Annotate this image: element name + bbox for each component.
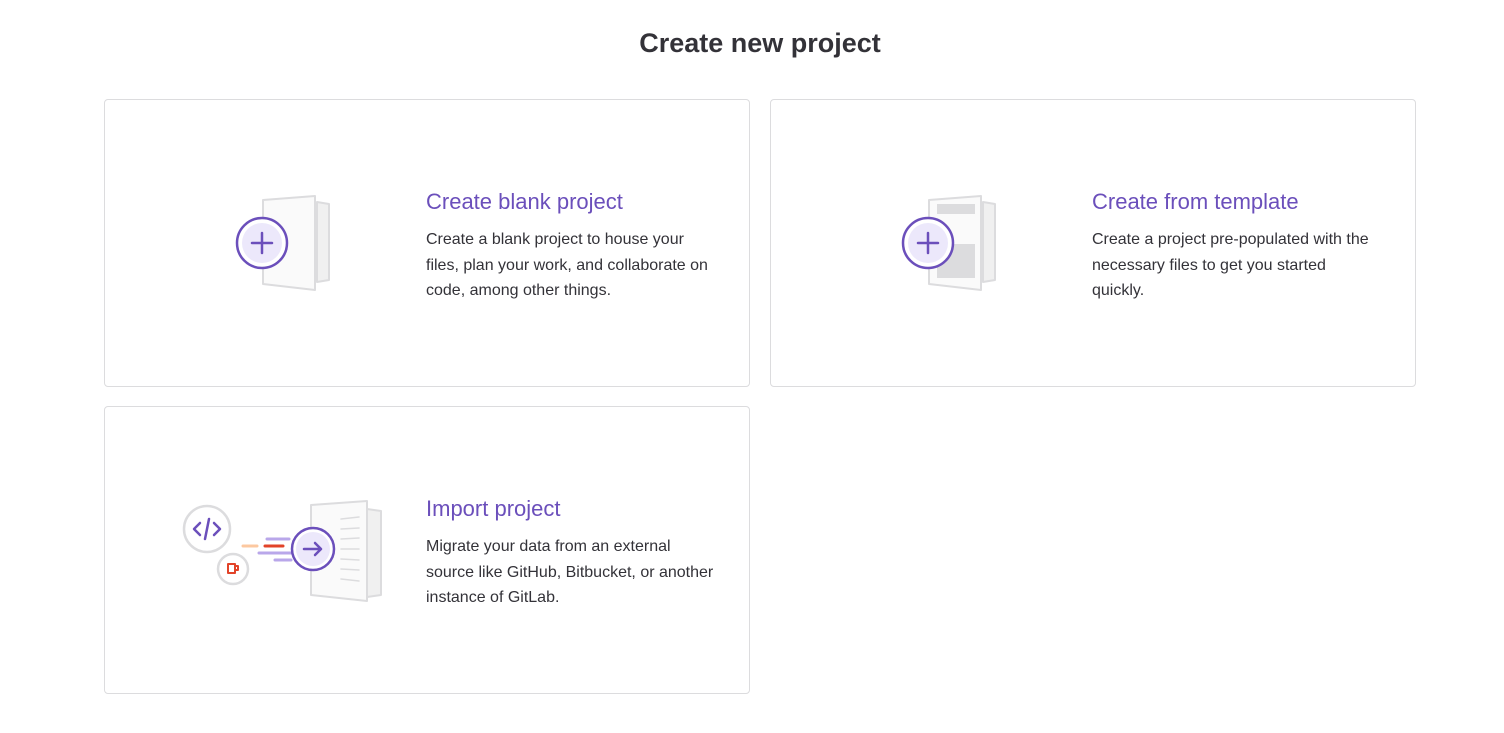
create-from-template-title[interactable]: Create from template [1092,187,1382,217]
import-project-description: Migrate your data from an external sourc… [426,538,714,607]
import-project-title[interactable]: Import project [426,494,716,524]
blank-project-icon [235,195,330,291]
create-from-template-card[interactable]: Create from template Create a project pr… [770,99,1416,387]
create-blank-project-title[interactable]: Create blank project [426,187,716,217]
import-project-card[interactable]: Import project Migrate your data from an… [104,406,750,694]
create-blank-project-card[interactable]: Create blank project Create a blank proj… [104,99,750,387]
template-project-icon [901,195,996,291]
page-title: Create new project [639,28,881,58]
create-blank-project-description: Create a blank project to house your fil… [426,231,708,300]
import-project-icon [182,500,382,602]
create-from-template-description: Create a project pre-populated with the … [1092,231,1369,300]
